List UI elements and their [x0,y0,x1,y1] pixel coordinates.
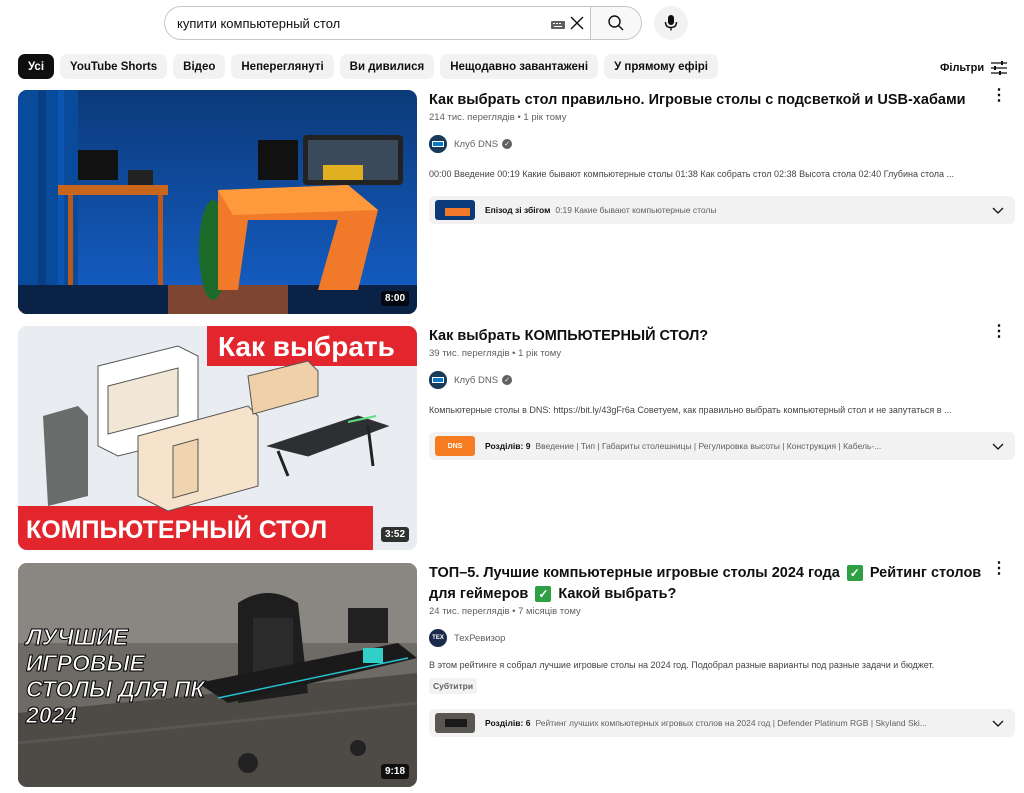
chip-shorts[interactable]: YouTube Shorts [60,54,168,79]
thumbnail-caption-line: 2024 [25,702,77,728]
video-description: Компьютерные столы в DNS: https://bit.ly… [429,405,952,415]
video-info: ТОП–5. Лучшие компьютерные игровые столы… [429,563,999,694]
channel-name[interactable]: Клуб DNS [454,375,498,386]
chapter-thumbnail: DNS [435,436,475,456]
thumbnail-image: Как выбрать КОМПЬЮТЕРНЫЙ СТОЛ [18,326,417,550]
chapter-label: Розділів: 9 [485,441,531,451]
video-info: Как выбрать стол правильно. Игровые стол… [429,90,999,179]
chapter-text: Введение | Тип | Габариты столешницы | Р… [535,441,882,451]
video-duration: 8:00 [380,291,409,306]
channel-row[interactable]: Клуб DNS ✓ [429,135,999,153]
chapter-label: Епізод зі збігом [485,205,551,215]
chapter-bar[interactable]: DNS Розділів: 9 Введение | Тип | Габарит… [429,432,1015,460]
thumbnail-image: ЛУЧШИЕ ИГРОВЫЕ СТОЛЫ ДЛЯ ПК 2024 [18,563,417,787]
video-thumbnail[interactable]: ЛУЧШИЕ ИГРОВЫЕ СТОЛЫ ДЛЯ ПК 2024 9:18 [18,563,417,787]
channel-avatar[interactable] [429,135,447,153]
filter-chips: Усі YouTube Shorts Відео Непереглянуті В… [18,54,719,79]
voice-search-button[interactable] [654,6,688,40]
chip-unwatched[interactable]: Непереглянуті [231,54,334,79]
chapter-label: Розділів: 6 [485,718,531,728]
dns-logo-icon [429,135,447,153]
video-info: Как выбрать КОМПЬЮТЕРНЫЙ СТОЛ? 39 тис. п… [429,326,999,415]
chip-videos[interactable]: Відео [173,54,226,79]
chapter-text: Рейтинг лучших компьютерных игровых стол… [535,718,927,728]
thumbnail-caption-top: Как выбрать [218,331,395,362]
video-meta: 24 тис. переглядів • 7 місяців тому [429,606,581,617]
thumbnail-image [18,90,417,314]
thumbnail-caption-line: ИГРОВЫЕ [26,650,146,676]
more-actions-icon[interactable]: ⋮ [991,88,1007,110]
dns-logo-icon [429,371,447,389]
chapter-thumbnail [435,200,475,220]
channel-name[interactable]: ТехРевизор [454,633,505,644]
verified-icon: ✓ [502,375,513,385]
close-icon[interactable] [569,15,585,31]
channel-row[interactable]: ТЕХ ТехРевизор [429,629,999,647]
watch-progress-bar [18,311,22,314]
chapter-bar[interactable]: Епізод зі збігом 0:19 Какие бывают компь… [429,196,1015,224]
video-description: 00:00 Введение 00:19 Какие бывают компью… [429,169,955,179]
chevron-down-icon[interactable] [991,203,1005,217]
subtitles-badge: Субтитри [429,678,478,694]
verified-icon: ✓ [502,139,513,149]
filters-label: Фільтри [940,62,985,74]
thumbnail-caption-line: СТОЛЫ ДЛЯ ПК [26,676,206,702]
search-box[interactable]: купити компьютерный стол [164,6,590,40]
more-actions-icon[interactable]: ⋮ [991,561,1007,583]
video-meta: 214 тис. переглядів • 1 рік тому [429,112,567,123]
video-meta: 39 тис. переглядів • 1 рік тому [429,348,562,359]
search-icon [608,15,624,31]
video-description: В этом рейтинге я собрал лучшие игровые … [429,660,935,670]
video-duration: 3:52 [380,527,409,542]
more-actions-icon[interactable]: ⋮ [991,324,1007,346]
sliders-icon [991,61,1008,75]
chevron-down-icon[interactable] [991,716,1005,730]
chip-all[interactable]: Усі [18,54,55,79]
filters-button[interactable]: Фільтри [940,60,1008,76]
chevron-down-icon[interactable] [991,439,1005,453]
thumbnail-caption-bottom: КОМПЬЮТЕРНЫЙ СТОЛ [26,514,327,544]
video-title[interactable]: ТОП–5. Лучшие компьютерные игровые столы… [429,563,999,605]
video-duration: 9:18 [380,764,409,779]
chip-watched[interactable]: Ви дивилися [339,54,435,79]
chip-live[interactable]: У прямому ефірі [604,54,719,79]
chip-recently-uploaded[interactable]: Нещодавно завантажені [440,54,599,79]
channel-name[interactable]: Клуб DNS [454,139,498,150]
channel-avatar[interactable]: ТЕХ [429,629,447,647]
search-input[interactable]: купити компьютерный стол [177,16,340,31]
checkmark-icon: ✓ [535,586,552,603]
checkmark-icon: ✓ [846,565,863,582]
channel-avatar[interactable] [429,371,447,389]
video-thumbnail[interactable]: Как выбрать КОМПЬЮТЕРНЫЙ СТОЛ 3:52 [18,326,417,550]
microphone-icon [664,15,678,31]
thumbnail-caption-line: ЛУЧШИЕ [24,624,129,650]
chapter-text: 0:19 Какие бывают компьютерные столы [555,205,717,215]
search-button[interactable] [590,6,642,40]
chapter-thumbnail [435,713,475,733]
video-thumbnail[interactable]: 8:00 [18,90,417,314]
video-title[interactable]: Как выбрать стол правильно. Игровые стол… [429,90,999,111]
keyboard-icon[interactable] [551,21,565,29]
channel-row[interactable]: Клуб DNS ✓ [429,371,999,389]
chapter-bar[interactable]: Розділів: 6 Рейтинг лучших компьютерных … [429,709,1015,737]
video-title[interactable]: Как выбрать КОМПЬЮТЕРНЫЙ СТОЛ? [429,326,999,347]
